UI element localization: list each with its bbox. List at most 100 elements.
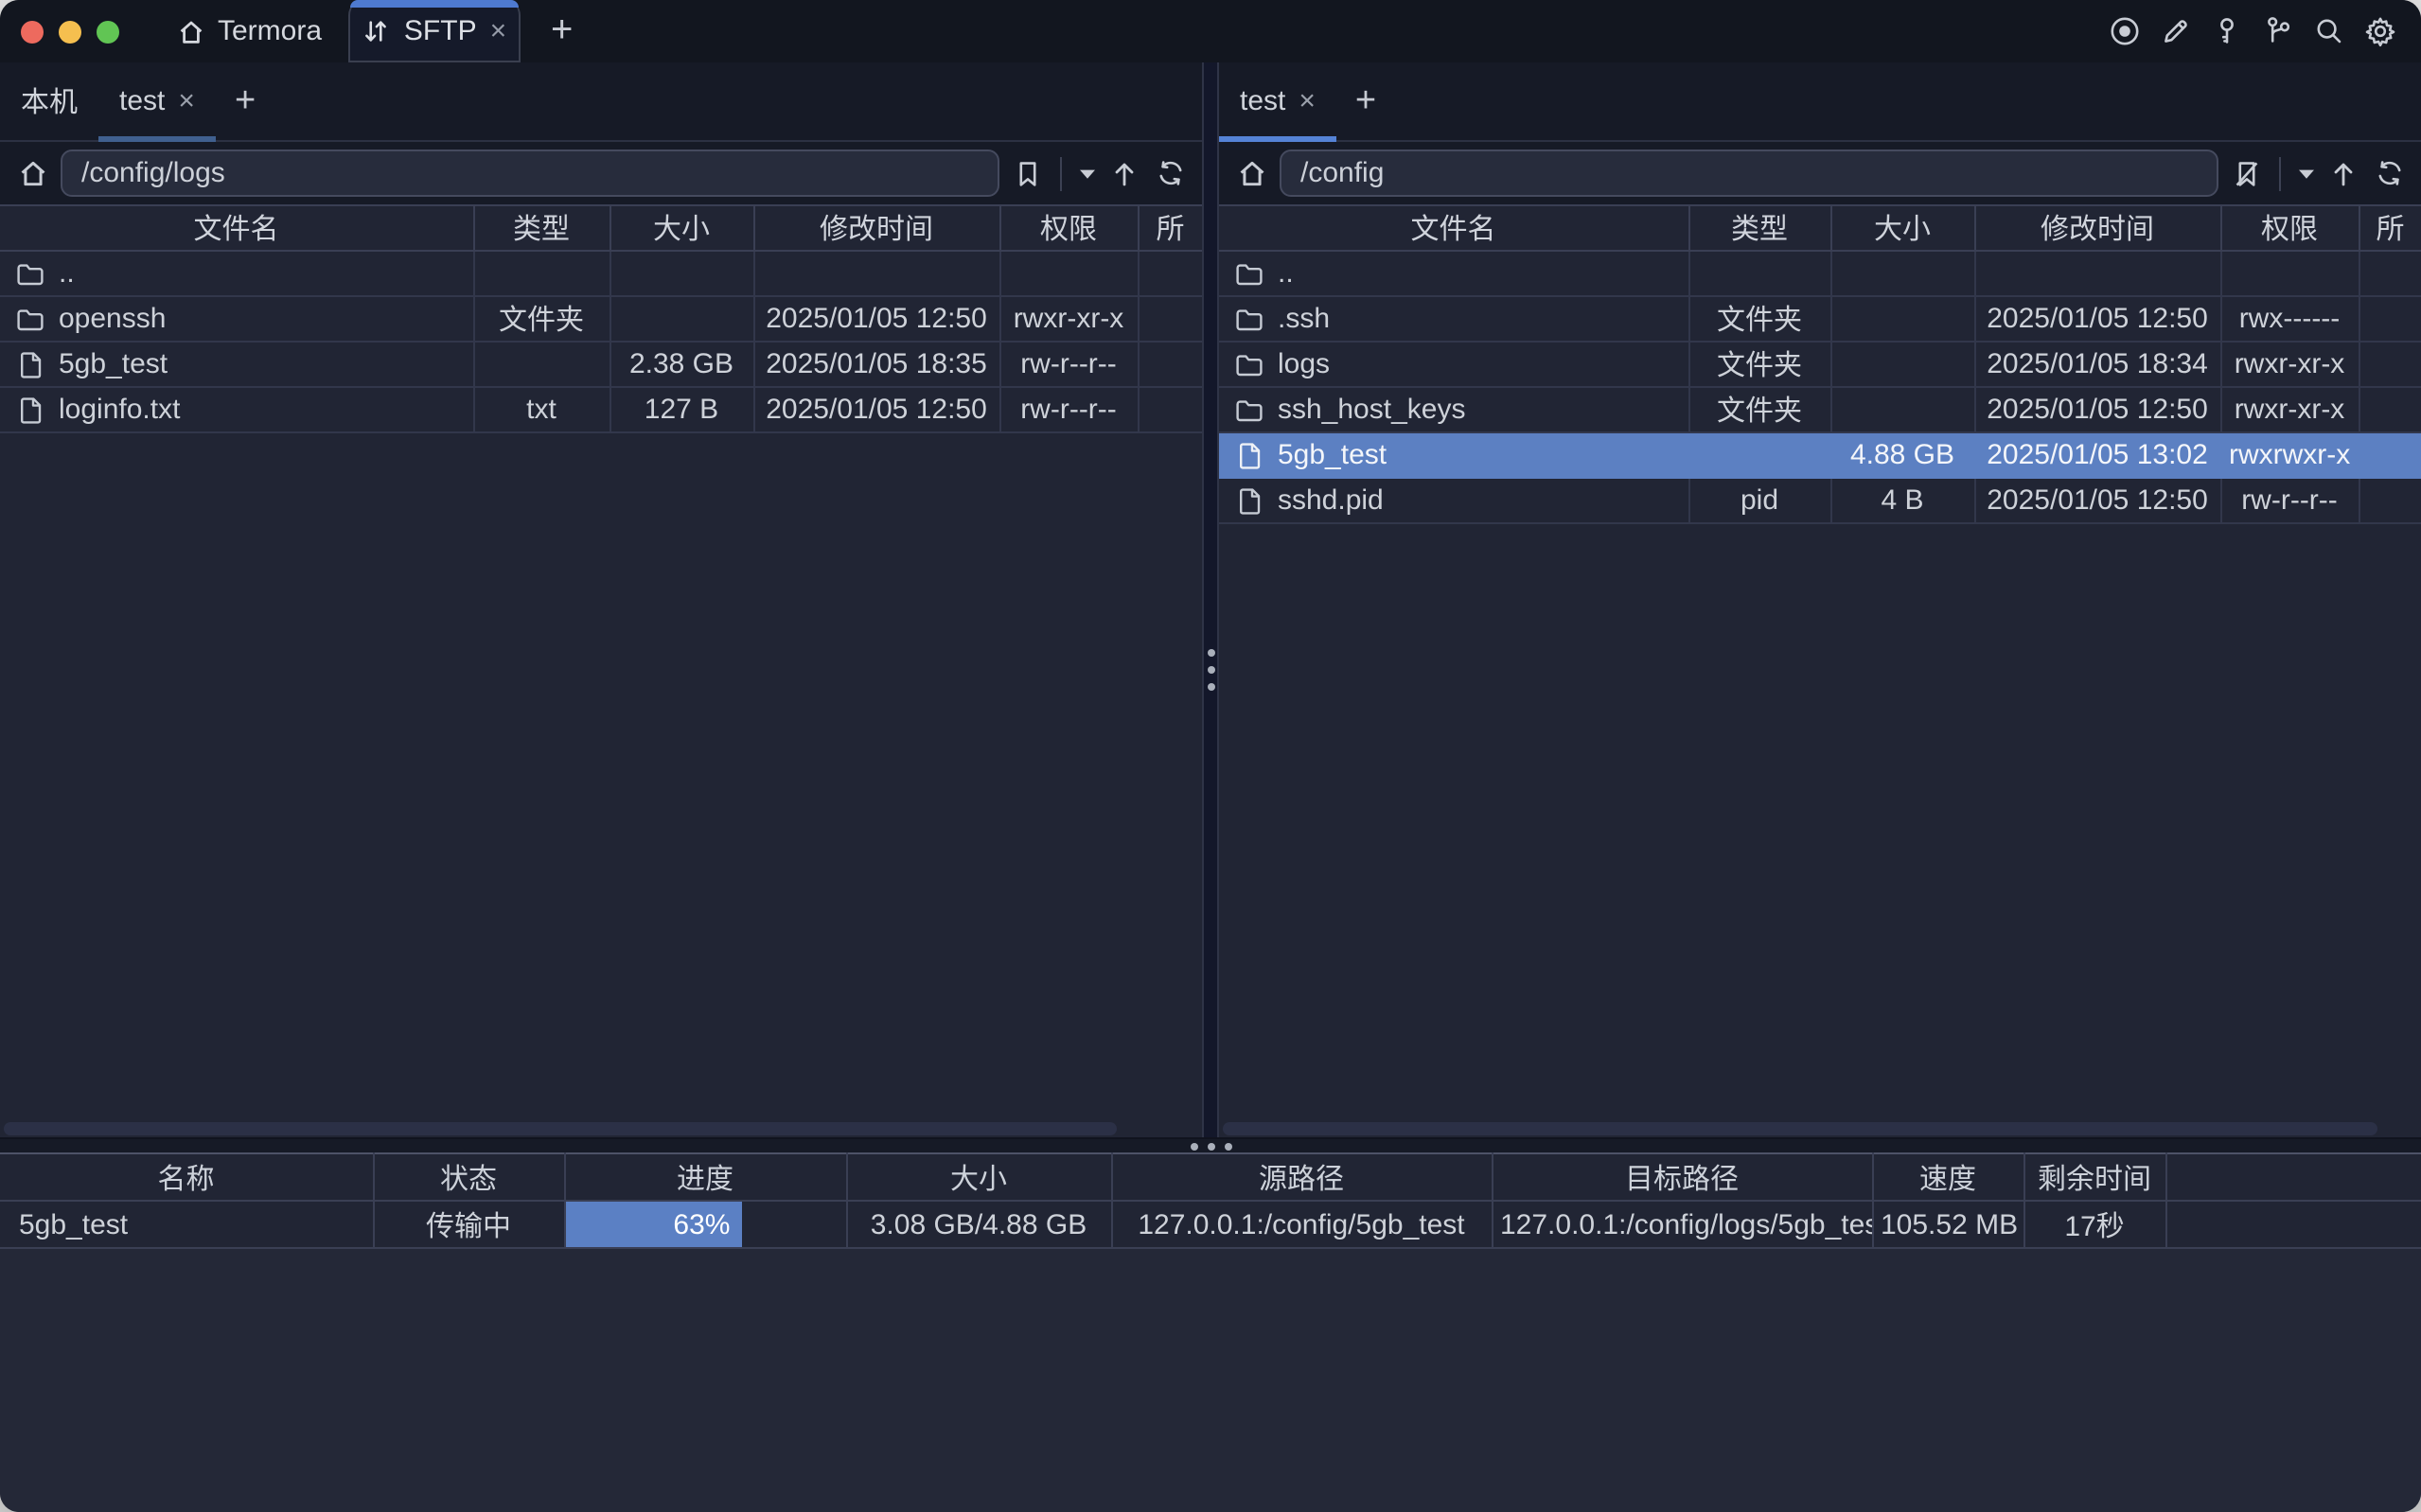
left-pane: 本机 test × +: [0, 62, 1202, 1137]
left-pathbar: [0, 142, 1202, 204]
pane-splitter[interactable]: [1202, 62, 1219, 1137]
table-row[interactable]: .ssh 文件夹2025/01/05 12:50rwx------: [1219, 296, 2421, 342]
transfer-panel: 名称 状态 进度 大小 源路径 目标路径 速度 剩余时间 5gb_test 传输…: [0, 1152, 2421, 1249]
refresh-icon[interactable]: [1153, 156, 1187, 190]
up-directory-icon[interactable]: [2326, 156, 2360, 190]
right-pathbar: [1219, 142, 2421, 204]
table-row[interactable]: openssh 文件夹2025/01/05 12:50rwxr-xr-x: [0, 296, 1202, 342]
app-window: Termora SFTP × +: [0, 0, 2421, 1512]
left-new-tab-button[interactable]: +: [235, 62, 256, 140]
table-row[interactable]: loginfo.txt txt127 B2025/01/05 12:50rw-r…: [0, 387, 1202, 432]
file-icon: [15, 395, 45, 425]
col-perm[interactable]: 权限: [2220, 205, 2359, 251]
left-table-header: 文件名 类型 大小 修改时间 权限 所: [0, 205, 1202, 251]
bookmark-slash-icon[interactable]: [2230, 156, 2264, 190]
window-controls: [0, 0, 138, 62]
folder-icon: [1234, 258, 1264, 289]
col-transfer-speed: 速度: [1872, 1153, 2023, 1201]
tab-sftp[interactable]: SFTP ×: [348, 0, 521, 62]
bookmark-icon[interactable]: [1011, 156, 1045, 190]
titlebar-actions: [2107, 0, 2421, 62]
col-owner[interactable]: 所: [2359, 205, 2421, 251]
file-icon: [1234, 485, 1264, 516]
col-type[interactable]: 类型: [1688, 205, 1830, 251]
splitter-grip-dots: [1207, 649, 1214, 691]
table-row[interactable]: ..: [0, 251, 1202, 296]
right-new-tab-button[interactable]: +: [1355, 62, 1376, 140]
col-mtime[interactable]: 修改时间: [753, 205, 999, 251]
record-icon[interactable]: [2107, 14, 2141, 48]
transfer-progress-cell: 63%: [564, 1201, 846, 1248]
left-tab-test[interactable]: test ×: [98, 62, 216, 140]
col-transfer-target: 目标路径: [1492, 1153, 1872, 1201]
col-type[interactable]: 类型: [473, 205, 610, 251]
divider: [2279, 156, 2281, 190]
divider: [1060, 156, 1062, 190]
sftp-arrows-icon: [362, 16, 391, 44]
folder-icon: [1234, 349, 1264, 379]
tab-sftp-close-icon[interactable]: ×: [490, 16, 507, 44]
home-icon[interactable]: [1234, 156, 1268, 190]
right-file-table-area: 文件名 类型 大小 修改时间 权限 所 ..: [1219, 204, 2421, 1137]
right-path-input[interactable]: [1280, 149, 2218, 197]
folder-icon: [1234, 304, 1264, 334]
left-path-input[interactable]: [61, 149, 999, 197]
close-window-button[interactable]: [21, 20, 44, 43]
col-transfer-remaining: 剩余时间: [2023, 1153, 2165, 1201]
left-horizontal-scrollbar[interactable]: [4, 1122, 1117, 1135]
transfer-target-path: 127.0.0.1:/config/logs/5gb_test: [1492, 1201, 1872, 1248]
chevron-down-icon[interactable]: [1077, 156, 1096, 190]
transfer-splitter[interactable]: [0, 1137, 2421, 1152]
table-row-selected[interactable]: 5gb_test 4.88 GB2025/01/05 13:02rwxrwxr-…: [1219, 432, 2421, 478]
left-active-tab-underline: [98, 136, 216, 142]
left-file-table: 文件名 类型 大小 修改时间 权限 所 ..: [0, 204, 1202, 433]
chevron-down-icon[interactable]: [2296, 156, 2315, 190]
transfer-row[interactable]: 5gb_test 传输中 63% 3.08 GB/4.88 GB 127.0.0…: [0, 1201, 2421, 1248]
titlebar: Termora SFTP × +: [0, 0, 2421, 62]
col-filename[interactable]: 文件名: [0, 205, 473, 251]
tab-termora[interactable]: Termora: [176, 0, 322, 62]
new-main-tab-button[interactable]: +: [551, 0, 573, 62]
table-row[interactable]: ssh_host_keys 文件夹2025/01/05 12:50rwxr-xr…: [1219, 387, 2421, 432]
left-tab-local[interactable]: 本机: [0, 62, 98, 140]
col-mtime[interactable]: 修改时间: [1974, 205, 2220, 251]
keychain-icon[interactable]: [2260, 14, 2294, 48]
search-icon[interactable]: [2311, 14, 2345, 48]
key-icon[interactable]: [2209, 14, 2243, 48]
settings-icon[interactable]: [2362, 14, 2396, 48]
left-tab-close-icon[interactable]: ×: [178, 85, 195, 117]
right-active-tab-underline: [1219, 136, 1336, 142]
right-tab-close-icon[interactable]: ×: [1299, 85, 1316, 117]
col-filename[interactable]: 文件名: [1219, 205, 1688, 251]
refresh-icon[interactable]: [2372, 156, 2406, 190]
col-size[interactable]: 大小: [610, 205, 753, 251]
progress-label: 63%: [673, 1208, 730, 1240]
tab-termora-label: Termora: [218, 15, 322, 47]
transfer-name: 5gb_test: [0, 1201, 373, 1248]
minimize-window-button[interactable]: [59, 20, 81, 43]
table-row[interactable]: logs 文件夹2025/01/05 18:34rwxr-xr-x: [1219, 342, 2421, 387]
transfer-remaining: 17秒: [2023, 1201, 2165, 1248]
right-pane: test × +: [1219, 62, 2421, 1137]
table-row[interactable]: sshd.pid pid4 B2025/01/05 12:50rw-r--r--: [1219, 478, 2421, 523]
right-horizontal-scrollbar[interactable]: [1223, 1122, 2377, 1135]
table-row[interactable]: ..: [1219, 251, 2421, 296]
zoom-window-button[interactable]: [97, 20, 119, 43]
col-size[interactable]: 大小: [1830, 205, 1974, 251]
col-owner[interactable]: 所: [1138, 205, 1202, 251]
active-tab-indicator: [350, 0, 519, 7]
left-file-table-area: 文件名 类型 大小 修改时间 权限 所 ..: [0, 204, 1202, 1137]
table-row[interactable]: 5gb_test 2.38 GB2025/01/05 18:35rw-r--r-…: [0, 342, 1202, 387]
transfer-table: 名称 状态 进度 大小 源路径 目标路径 速度 剩余时间 5gb_test 传输…: [0, 1152, 2421, 1249]
home-icon[interactable]: [15, 156, 49, 190]
up-directory-icon[interactable]: [1107, 156, 1141, 190]
stage: Termora SFTP × +: [0, 0, 2421, 1512]
transfer-size: 3.08 GB/4.88 GB: [846, 1201, 1111, 1248]
col-transfer-name: 名称: [0, 1153, 373, 1201]
edit-icon[interactable]: [2158, 14, 2192, 48]
left-tab-local-label: 本机: [21, 81, 78, 121]
col-perm[interactable]: 权限: [999, 205, 1138, 251]
right-tab-test[interactable]: test ×: [1219, 62, 1336, 140]
sftp-panes: 本机 test × +: [0, 62, 2421, 1137]
file-icon: [15, 349, 45, 379]
